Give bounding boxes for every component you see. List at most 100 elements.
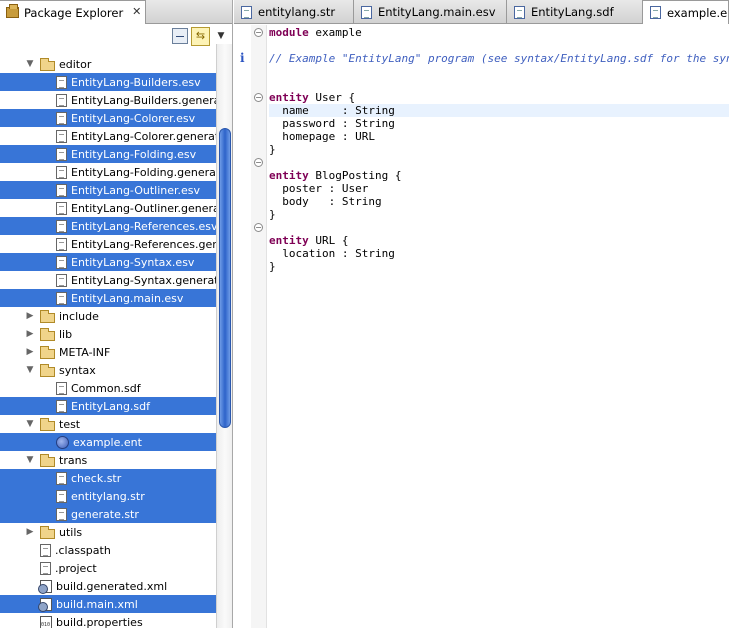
file-icon xyxy=(40,561,51,575)
tree-item[interactable]: entitylang.str xyxy=(0,487,216,505)
tree-item[interactable]: EntityLang-Folding.esv xyxy=(0,145,216,163)
code-line[interactable]: entity User { xyxy=(269,91,729,104)
code-line[interactable] xyxy=(269,39,729,52)
tree-folder-meta-inf[interactable]: ▶ META-INF xyxy=(0,343,216,361)
editor-tab-label: example.ent xyxy=(667,5,728,20)
tree-item[interactable]: .classpath xyxy=(0,541,216,559)
tree-item[interactable]: Common.sdf xyxy=(0,379,216,397)
tree-item[interactable]: check.str xyxy=(0,469,216,487)
code-line[interactable]: poster : User xyxy=(269,182,729,195)
code-line[interactable]: // Example "EntityLang" program (see syn… xyxy=(269,52,729,65)
tree-folder-trans[interactable]: ▼ trans xyxy=(0,451,216,469)
view-menu-icon[interactable]: ▼ xyxy=(215,28,227,44)
tree-item[interactable]: EntityLang-Builders.esv xyxy=(0,73,216,91)
folder-icon xyxy=(40,525,55,539)
editor-tab-entitylang-main-esv[interactable]: EntityLang.main.esv xyxy=(354,0,507,24)
tree-item[interactable]: build.generated.xml xyxy=(0,577,216,595)
code-line[interactable]: name : String xyxy=(269,104,729,117)
text-token: } xyxy=(269,143,276,156)
tree-folder-editor[interactable]: ▼ editor xyxy=(0,55,216,73)
code-line[interactable]: module example xyxy=(269,26,729,39)
code-line[interactable] xyxy=(269,156,729,169)
editor-tab-entitylang-sdf[interactable]: EntityLang.sdf xyxy=(507,0,643,24)
code-line[interactable]: entity URL { xyxy=(269,234,729,247)
tree-item[interactable]: EntityLang-Builders.generated.esv xyxy=(0,91,216,109)
tree-item-label: generate.str xyxy=(71,507,139,521)
tree-item[interactable]: build.main.xml xyxy=(0,595,216,613)
twisty-expanded-icon[interactable]: ▼ xyxy=(24,364,36,376)
twisty-expanded-icon[interactable]: ▼ xyxy=(24,454,36,466)
code-line[interactable] xyxy=(269,221,729,234)
twisty-collapsed-icon[interactable]: ▶ xyxy=(24,346,36,358)
code-line[interactable]: homepage : URL xyxy=(269,130,729,143)
code-line[interactable]: password : String xyxy=(269,117,729,130)
file-icon xyxy=(56,75,67,89)
tree-item[interactable]: EntityLang-References.esv xyxy=(0,217,216,235)
tree-item[interactable]: EntityLang-Syntax.generated.esv xyxy=(0,271,216,289)
code-line[interactable]: entity BlogPosting { xyxy=(269,169,729,182)
file-icon xyxy=(56,129,67,143)
package-explorer-tab[interactable]: Package Explorer ✕ xyxy=(0,0,146,24)
tree-folder-syntax[interactable]: ▼ syntax xyxy=(0,361,216,379)
text-token: } xyxy=(269,208,276,221)
tree-scrollbar[interactable] xyxy=(216,44,232,628)
editor-tab-example-ent[interactable]: example.ent xyxy=(643,0,729,24)
fold-toggle-icon[interactable]: − xyxy=(254,28,263,37)
tree-folder-include[interactable]: ▶ include xyxy=(0,307,216,325)
tree-item-label: build.properties xyxy=(56,615,143,628)
text-token: } xyxy=(269,260,276,273)
twisty-collapsed-icon[interactable]: ▶ xyxy=(24,310,36,322)
tree-item[interactable]: EntityLang-References.generated.esv xyxy=(0,235,216,253)
code-line[interactable]: body : String xyxy=(269,195,729,208)
project-tree: ▼ editor EntityLang-Builders.esv EntityLang… xyxy=(0,44,216,628)
code-line[interactable] xyxy=(269,65,729,78)
file-icon xyxy=(40,543,51,557)
tree-item[interactable]: build.properties xyxy=(0,613,216,628)
tree-folder-test[interactable]: ▼ test xyxy=(0,415,216,433)
tree-item[interactable]: EntityLang-Colorer.esv xyxy=(0,109,216,127)
fold-toggle-icon[interactable]: − xyxy=(254,158,263,167)
tree-item[interactable]: EntityLang.sdf xyxy=(0,397,216,415)
file-icon xyxy=(56,183,67,197)
tree-item[interactable]: EntityLang-Outliner.generated.esv xyxy=(0,199,216,217)
code-editor[interactable]: module example // Example "EntityLang" pr… xyxy=(269,25,729,628)
tree-item[interactable]: generate.str xyxy=(0,505,216,523)
twisty-expanded-icon[interactable]: ▼ xyxy=(24,418,36,430)
code-line[interactable]: location : String xyxy=(269,247,729,260)
code-line[interactable]: } xyxy=(269,208,729,221)
code-line[interactable] xyxy=(269,78,729,91)
tree-item[interactable]: EntityLang-Colorer.generated.esv xyxy=(0,127,216,145)
tree-item[interactable]: EntityLang-Outliner.esv xyxy=(0,181,216,199)
close-icon[interactable]: ✕ xyxy=(131,6,142,18)
fold-toggle-icon[interactable]: − xyxy=(254,223,263,232)
editor-tabbar: entitylang.str EntityLang.main.esv EntityL… xyxy=(234,0,729,24)
tree-item[interactable]: example.ent xyxy=(0,433,216,451)
info-icon[interactable]: i xyxy=(240,52,248,64)
tree-folder-utils[interactable]: ▶ utils xyxy=(0,523,216,541)
tree-folder-lib[interactable]: ▶ lib xyxy=(0,325,216,343)
collapse-all-icon[interactable] xyxy=(172,28,188,44)
twisty-expanded-icon[interactable]: ▼ xyxy=(24,58,36,70)
code-line[interactable]: } xyxy=(269,143,729,156)
fold-toggle-icon[interactable]: − xyxy=(254,93,263,102)
tree-item-label: EntityLang-Syntax.generated.esv xyxy=(71,273,216,287)
code-line[interactable]: } xyxy=(269,260,729,273)
entity-file-icon xyxy=(56,435,69,449)
tree-item-label: Common.sdf xyxy=(71,381,141,395)
tree-item-label: EntityLang-Syntax.esv xyxy=(71,255,195,269)
tree-item[interactable]: EntityLang-Syntax.esv xyxy=(0,253,216,271)
tree-item[interactable]: EntityLang-Folding.generated.esv xyxy=(0,163,216,181)
twisty-collapsed-icon[interactable]: ▶ xyxy=(24,328,36,340)
scrollbar-thumb[interactable] xyxy=(219,128,231,428)
tree-item[interactable]: EntityLang.main.esv xyxy=(0,289,216,307)
tree-item[interactable]: .project xyxy=(0,559,216,577)
editor-tab-entitylang-str[interactable]: entitylang.str xyxy=(234,0,354,24)
twisty-collapsed-icon[interactable]: ▶ xyxy=(24,526,36,538)
